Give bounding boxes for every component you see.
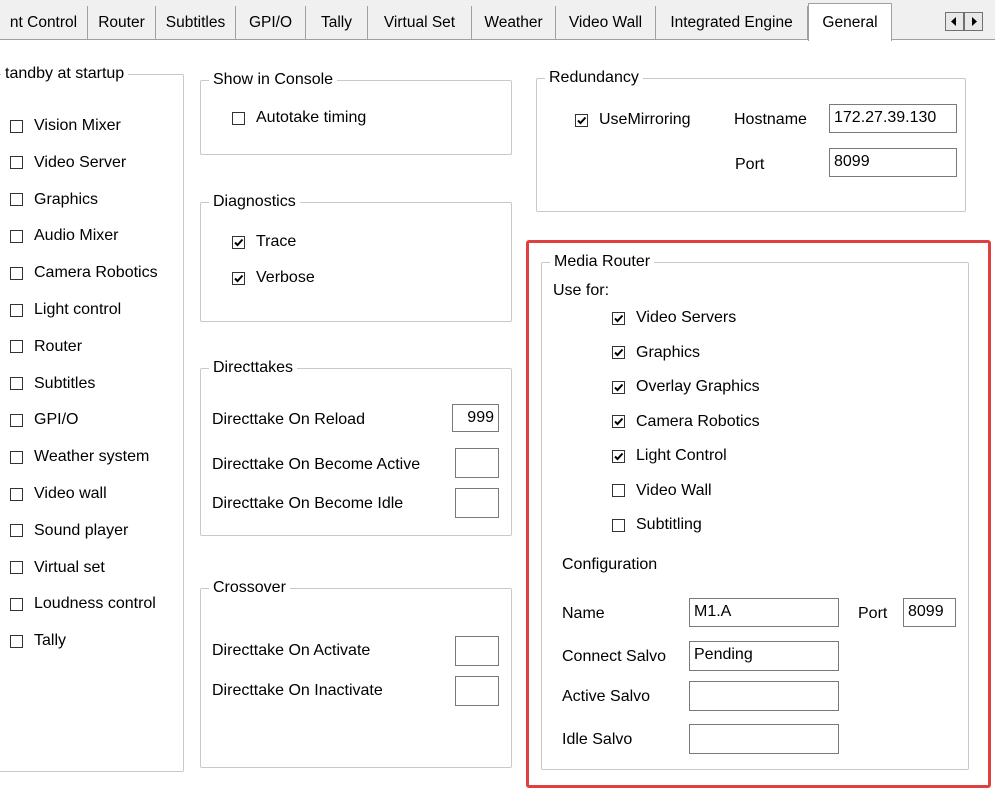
- redundancy-port-label: Port: [735, 156, 765, 173]
- directtake-on-become-idle-label: Directtake On Become Idle: [212, 495, 404, 512]
- directtake-on-inactivate-label: Directtake On Inactivate: [212, 682, 383, 699]
- checkbox-box[interactable]: [10, 229, 23, 243]
- standby-router-label: Router: [34, 337, 83, 355]
- standby-vision-mixer-label: Vision Mixer: [34, 117, 121, 134]
- standby-subtitles-checkbox[interactable]: Subtitles: [10, 375, 95, 393]
- show-in-console-title: Show in Console: [209, 70, 338, 90]
- checkbox-box[interactable]: [10, 450, 23, 464]
- directtake-on-reload-field[interactable]: 999: [452, 404, 499, 432]
- checkbox-box[interactable]: [10, 413, 23, 427]
- standby-audio-mixer-checkbox[interactable]: Audio Mixer: [10, 227, 118, 245]
- checkbox-box[interactable]: [10, 156, 23, 170]
- tab-router[interactable]: Router: [88, 6, 156, 40]
- directtakes-title: Directtakes: [209, 358, 298, 378]
- tab-integrated-engine[interactable]: Integrated Engine: [656, 6, 808, 40]
- standby-tally-label: Tally: [34, 632, 67, 650]
- standby-router-checkbox[interactable]: Router: [10, 338, 82, 356]
- standby-camera-robotics-label: Camera Robotics: [34, 264, 158, 282]
- diagnostics-group: Diagnostics: [200, 192, 512, 322]
- directtake-on-activate-label: Directtake On Activate: [212, 642, 371, 659]
- tab-strip: nt Control Router Subtitles GPI/O Tally …: [0, 0, 995, 41]
- standby-graphics-checkbox[interactable]: Graphics: [10, 191, 98, 209]
- verbose-label: Verbose: [256, 269, 315, 286]
- standby-camera-robotics-checkbox[interactable]: Camera Robotics: [10, 264, 158, 282]
- checkbox-box[interactable]: [10, 303, 23, 317]
- standby-video-server-checkbox[interactable]: Video Server: [10, 154, 126, 172]
- standby-loudness-control-label: Loudness control: [34, 595, 156, 613]
- directtake-on-become-active-field[interactable]: [455, 448, 499, 478]
- hostname-label: Hostname: [734, 111, 807, 128]
- directtake-on-become-active-label: Directtake On Become Active: [212, 456, 421, 473]
- checkbox-box[interactable]: [232, 235, 245, 249]
- trace-label: Trace: [256, 233, 297, 250]
- autotake-timing-checkbox[interactable]: Autotake timing: [232, 109, 366, 127]
- standby-video-server-label: Video Server: [34, 153, 127, 171]
- checkbox-box[interactable]: [10, 119, 23, 133]
- redundancy-title: Redundancy: [545, 68, 643, 88]
- autotake-timing-label: Autotake timing: [256, 109, 367, 126]
- checkbox-box[interactable]: [10, 561, 23, 575]
- standby-virtual-set-label: Virtual set: [34, 558, 105, 576]
- standby-subtitles-label: Subtitles: [34, 374, 96, 392]
- media-router-highlight: [526, 240, 991, 788]
- standby-weather-system-label: Weather system: [34, 448, 150, 466]
- standby-tally-checkbox[interactable]: Tally: [10, 632, 66, 650]
- standby-vision-mixer-checkbox[interactable]: Vision Mixer: [10, 117, 121, 135]
- standby-weather-system-checkbox[interactable]: Weather system: [10, 448, 149, 466]
- checkbox-box[interactable]: [10, 266, 23, 280]
- standby-gpi-o-label: GPI/O: [34, 411, 79, 429]
- hostname-field[interactable]: 172.27.39.130: [829, 104, 957, 133]
- use-mirroring-label: UseMirroring: [599, 111, 691, 128]
- standby-gpi-o-checkbox[interactable]: GPI/O: [10, 411, 78, 429]
- checkbox-box[interactable]: [10, 597, 23, 611]
- directtake-on-activate-field[interactable]: [455, 636, 499, 666]
- checkbox-box[interactable]: [232, 271, 245, 285]
- directtake-on-inactivate-field[interactable]: [455, 676, 499, 706]
- checkbox-box[interactable]: [10, 487, 23, 501]
- checkbox-box[interactable]: [232, 111, 245, 125]
- standby-light-control-label: Light control: [34, 301, 122, 318]
- tab-gpio[interactable]: GPI/O: [236, 6, 306, 40]
- trace-checkbox[interactable]: Trace: [232, 233, 296, 251]
- checkbox-box[interactable]: [10, 634, 23, 648]
- redundancy-group: Redundancy: [536, 68, 966, 212]
- tab-virtual-set[interactable]: Virtual Set: [368, 6, 472, 40]
- standby-video-wall-checkbox[interactable]: Video wall: [10, 485, 107, 503]
- tab-general[interactable]: General: [808, 3, 892, 41]
- checkbox-box[interactable]: [10, 193, 23, 207]
- tab-subtitles[interactable]: Subtitles: [156, 6, 236, 40]
- directtake-on-reload-label: Directtake On Reload: [212, 411, 365, 428]
- standby-sound-player-label: Sound player: [34, 521, 129, 539]
- standby-graphics-label: Graphics: [34, 190, 99, 208]
- standby-video-wall-label: Video wall: [34, 485, 107, 502]
- tab-weather[interactable]: Weather: [472, 6, 556, 40]
- use-mirroring-checkbox[interactable]: UseMirroring: [575, 111, 691, 129]
- checkbox-box[interactable]: [575, 113, 588, 127]
- standby-light-control-checkbox[interactable]: Light control: [10, 301, 121, 319]
- directtake-on-become-idle-field[interactable]: [455, 488, 499, 518]
- diagnostics-title: Diagnostics: [209, 192, 300, 212]
- standby-audio-mixer-label: Audio Mixer: [34, 227, 119, 245]
- checkbox-box[interactable]: [10, 377, 23, 391]
- standby-group-title: tandby at startup: [1, 64, 129, 84]
- arrow-right-icon[interactable]: [964, 12, 983, 31]
- tab-event-control[interactable]: nt Control: [0, 6, 88, 40]
- tab-video-wall[interactable]: Video Wall: [556, 6, 656, 40]
- standby-virtual-set-checkbox[interactable]: Virtual set: [10, 559, 105, 577]
- tab-tally[interactable]: Tally: [306, 6, 368, 40]
- checkbox-box[interactable]: [10, 524, 23, 538]
- arrow-left-icon[interactable]: [945, 12, 964, 31]
- standby-loudness-control-checkbox[interactable]: Loudness control: [10, 595, 156, 613]
- crossover-title: Crossover: [209, 578, 290, 598]
- tab-scroll-buttons: [945, 12, 983, 31]
- standby-sound-player-checkbox[interactable]: Sound player: [10, 522, 128, 540]
- verbose-checkbox[interactable]: Verbose: [232, 269, 315, 287]
- redundancy-port-field[interactable]: 8099: [829, 148, 957, 177]
- checkbox-box[interactable]: [10, 340, 23, 354]
